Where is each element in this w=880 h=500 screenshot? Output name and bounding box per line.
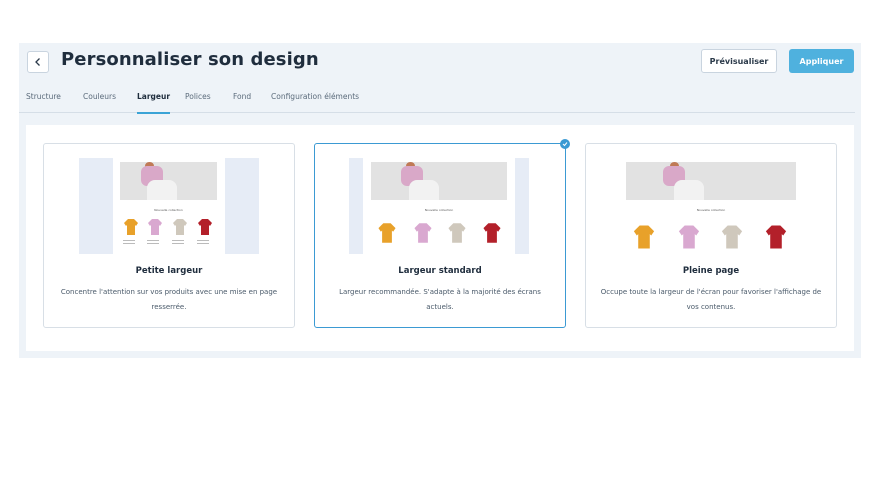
apply-button[interactable]: Appliquer: [789, 49, 854, 73]
preview-button[interactable]: Prévisualiser: [701, 49, 777, 73]
sweater-icon: [765, 225, 787, 249]
sweater-icon: [378, 223, 396, 243]
hero-image: [626, 162, 796, 200]
tab-bar: Structure Couleurs Largeur Polices Fond …: [19, 87, 855, 114]
preview-thumbnail: Nouvelle collection: [624, 158, 798, 254]
hero-image: [120, 162, 217, 200]
tab-largeur[interactable]: Largeur: [137, 92, 171, 114]
page-title: Personnaliser son design: [61, 49, 319, 70]
tab-configuration-elements[interactable]: Configuration éléments: [271, 92, 359, 113]
card-largeur-standard[interactable]: Nouvelle collection Largeur standard Lar…: [314, 139, 570, 328]
selected-check-icon: [560, 139, 570, 149]
card-title: Largeur standard: [398, 266, 482, 276]
sweater-icon: [198, 219, 212, 235]
sweater-icon: [448, 223, 466, 243]
card-description: Concentre l'attention sur vos produits a…: [60, 288, 278, 311]
sweater-icon: [173, 219, 187, 235]
preview-thumbnail: Nouvelle collection: [79, 158, 259, 254]
hero-image: [371, 162, 507, 200]
sweater-icon: [633, 225, 655, 249]
sweater-icon: [678, 225, 700, 249]
sweater-icon: [148, 219, 162, 235]
preview-thumbnail: Nouvelle collection: [349, 158, 529, 254]
sweater-icon: [414, 223, 432, 243]
card-title: Petite largeur: [135, 266, 203, 276]
tab-fond[interactable]: Fond: [233, 92, 251, 113]
chevron-left-icon: [35, 58, 40, 66]
header: Personnaliser son design Prévisualiser A…: [19, 43, 861, 83]
card-petite-largeur[interactable]: Nouvelle collection Petite largeur Conce…: [43, 143, 295, 328]
sweater-icon: [721, 225, 743, 249]
tab-couleurs[interactable]: Couleurs: [83, 92, 116, 113]
card-pleine-page[interactable]: Nouvelle collection Pleine page Occupe t…: [585, 143, 837, 328]
card-description: Largeur recommandée. S'adapte à la major…: [339, 288, 541, 311]
back-button[interactable]: [27, 51, 49, 73]
design-panel: Personnaliser son design Prévisualiser A…: [19, 43, 861, 358]
width-options: Nouvelle collection Petite largeur Conce…: [26, 125, 854, 351]
tab-polices[interactable]: Polices: [185, 92, 211, 113]
sweater-icon: [124, 219, 138, 235]
card-description: Occupe toute la largeur de l'écran pour …: [600, 288, 822, 311]
card-title: Pleine page: [682, 266, 740, 276]
sweater-icon: [483, 223, 501, 243]
tab-structure[interactable]: Structure: [26, 92, 61, 113]
